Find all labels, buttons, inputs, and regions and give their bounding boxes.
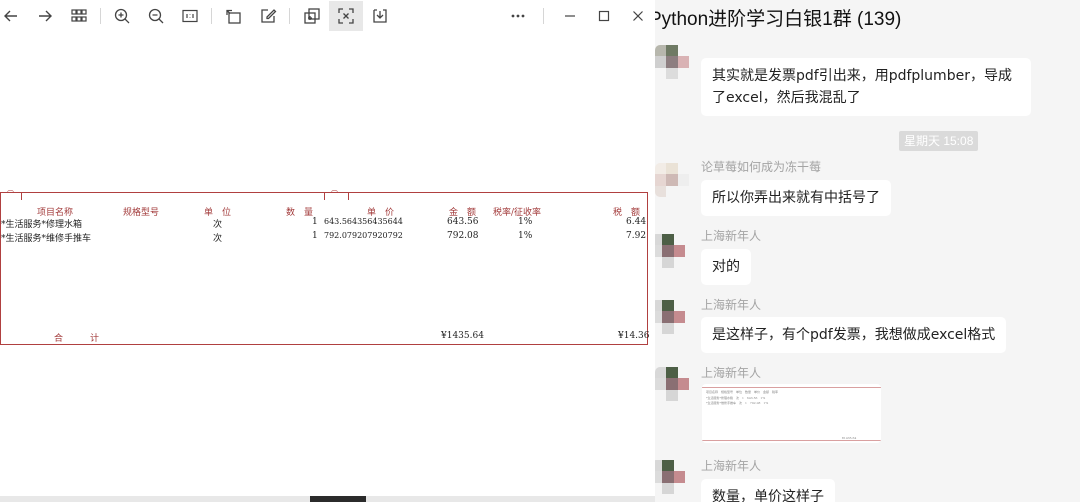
zoom-out-icon[interactable] [141,1,171,31]
invoice-cell: 1% [518,217,533,227]
sender-name: 上海新年人 [701,298,762,312]
copy-icon[interactable] [297,1,327,31]
avatar[interactable] [655,234,685,268]
back-arrow-icon[interactable] [0,1,26,31]
invoice-thumbnail-image[interactable]: 项目名称 规格型号 单位 数量 单价 金额 税率 *生活服务*修理水箱 次 1 … [702,384,881,443]
avatar[interactable] [655,45,689,79]
image-viewer: ⌒ ⌒ 项目名称 规格型号 单 位 数 量 单 价 金 额 税率/征收率 税 额… [0,0,655,502]
invoice-cell: 次 [213,234,223,244]
maximize-icon[interactable] [589,1,619,31]
invoice-cell: 6.44 [626,217,647,227]
message-bubble[interactable]: 是这样子，有个pdf发票，我想做成excel格式 [701,317,1007,353]
invoice-total-amount: ¥1435.64 [441,331,484,341]
invoice-cell: 1 [312,231,318,241]
sender-name: 上海新年人 [701,459,762,473]
invoice-cell: 643.564356435644 [324,217,403,226]
more-icon[interactable] [503,1,533,31]
close-icon[interactable] [623,1,653,31]
invoice-header-spec: 规格型号 [123,208,160,218]
message-bubble[interactable]: 数量，单价这样子 [701,479,835,502]
avatar[interactable] [655,460,685,494]
invoice-cell: 792.079207920792 [324,231,403,240]
chat-panel: Python进阶学习白银1群 (139) 其实就是发票pdf引出来，用pdfpl… [655,0,1080,502]
invoice-cell: *生活服务*修理水箱 [1,220,83,230]
edit-icon[interactable] [253,1,283,31]
invoice-cell: 1% [518,231,533,241]
sender-name: 论草莓如何成为冻干莓 [701,160,822,174]
scrollbar[interactable] [0,496,655,502]
invoice-cell: *生活服务*维修手推车 [1,234,92,244]
forward-arrow-icon[interactable] [30,1,60,31]
invoice-image: ⌒ ⌒ 项目名称 规格型号 单 位 数 量 单 价 金 额 税率/征收率 税 额… [0,190,650,345]
invoice-cell: 643.56 [447,217,479,227]
invoice-header-qty: 数 量 [286,208,314,218]
grid-icon[interactable] [64,1,94,31]
invoice-cell: 7.92 [626,231,647,241]
avatar[interactable] [655,163,689,197]
avatar[interactable] [655,367,689,401]
chat-title: Python进阶学习白银1群 (139) [655,9,902,30]
message-bubble[interactable]: 对的 [701,249,751,285]
message-bubble[interactable]: 其实就是发票pdf引出来，用pdfplumber，导成了excel，然后我混乱了 [701,58,1031,116]
invoice-cell: 1 [312,217,318,227]
invoice-total-tax: ¥14.36 [618,331,650,341]
invoice-cell: 次 [213,220,223,230]
sender-name: 上海新年人 [701,229,762,243]
sender-name: 上海新年人 [701,366,762,380]
viewer-toolbar [0,0,655,32]
invoice-cell: 792.08 [447,231,479,241]
avatar[interactable] [655,300,685,334]
rotate-icon[interactable] [219,1,249,31]
actual-size-icon[interactable] [175,1,205,31]
download-icon[interactable] [365,1,395,31]
ocr-icon[interactable] [329,1,363,31]
zoom-in-icon[interactable] [107,1,137,31]
invoice-total-label: 合 计 [54,334,100,344]
minimize-icon[interactable] [555,1,585,31]
message-bubble[interactable]: 所以你弄出来就有中括号了 [701,180,891,216]
timestamp: 星期天 15:08 [899,131,979,151]
